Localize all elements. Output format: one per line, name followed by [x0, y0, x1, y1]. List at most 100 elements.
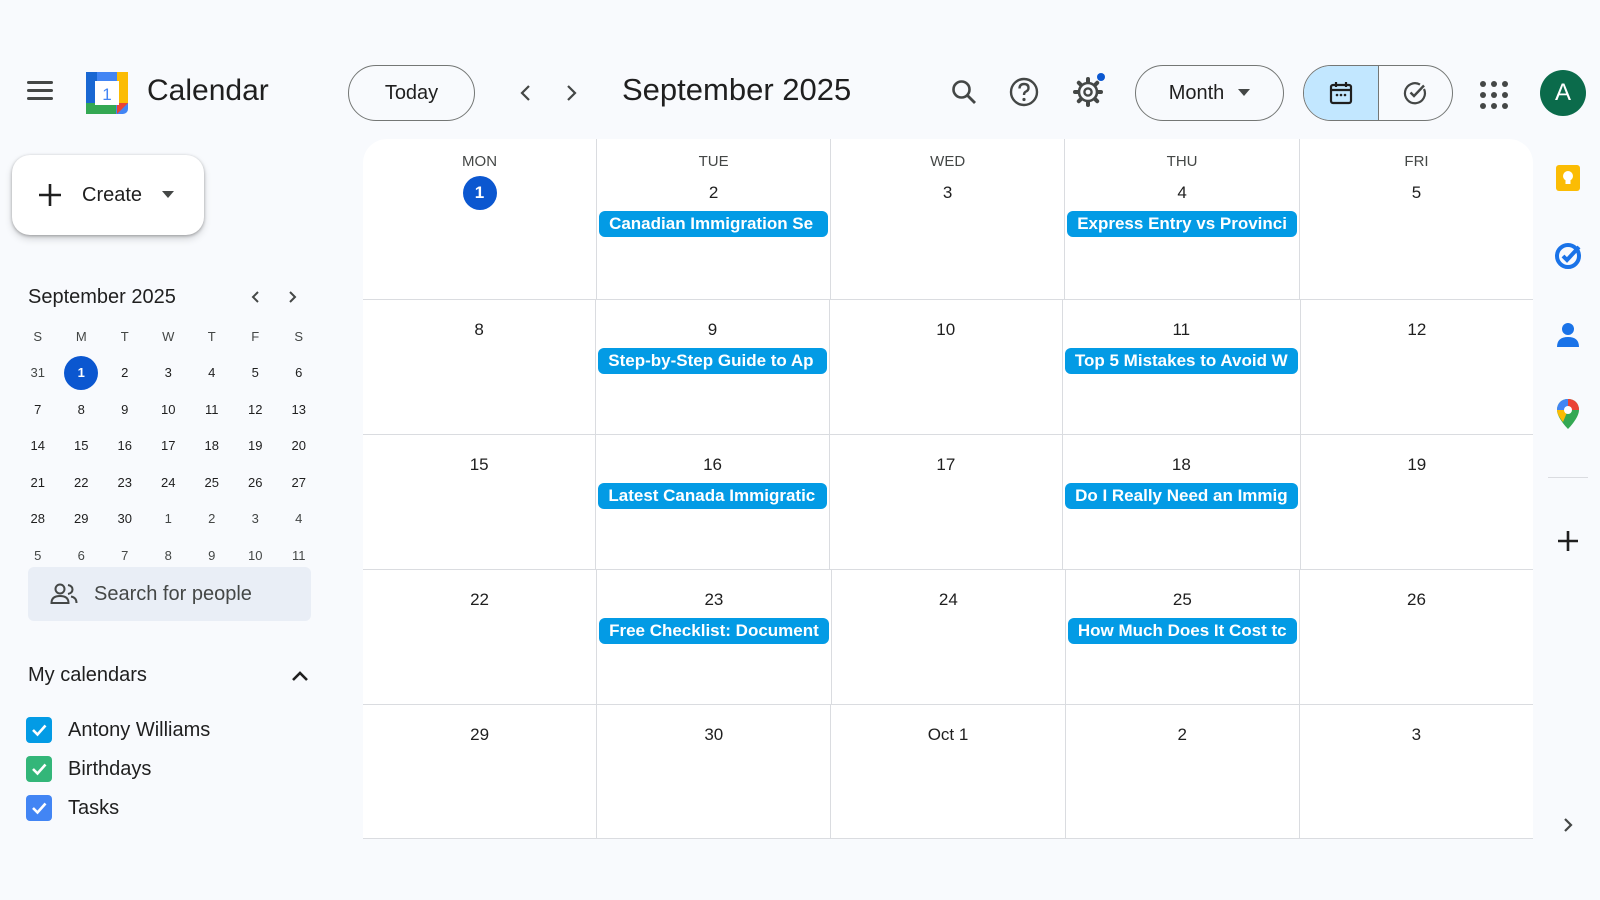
mini-day[interactable]: 21 [16, 465, 60, 499]
day-cell[interactable]: TUE 2 Canadian Immigration Se [597, 139, 832, 299]
next-period-button[interactable] [551, 73, 591, 113]
date-number[interactable]: 3 [1300, 719, 1533, 751]
date-number[interactable]: 1 [363, 176, 596, 210]
day-cell[interactable]: 3 [1300, 705, 1533, 838]
day-cell[interactable]: 29 [363, 705, 598, 838]
mini-day[interactable]: 22 [60, 465, 104, 499]
mini-day[interactable]: 1 [147, 502, 191, 536]
mini-day[interactable]: 3 [147, 356, 191, 390]
date-number[interactable]: 15 [363, 449, 595, 481]
mini-day[interactable]: 13 [277, 392, 321, 426]
day-cell[interactable]: 9 Step-by-Step Guide to Ap [596, 300, 830, 434]
date-number[interactable]: 11 [1063, 314, 1300, 346]
date-number[interactable]: 9 [596, 314, 828, 346]
date-number[interactable]: 16 [596, 449, 828, 481]
mini-day[interactable]: 9 [103, 392, 147, 426]
calendar-view-toggle[interactable] [1304, 66, 1379, 120]
calendar-item-birthdays[interactable]: Birthdays [26, 756, 151, 782]
today-button[interactable]: Today [348, 65, 475, 121]
calendar-item-antony-williams[interactable]: Antony Williams [26, 717, 210, 743]
event-chip[interactable]: Canadian Immigration Se [599, 211, 829, 237]
date-number[interactable]: 10 [830, 314, 1062, 346]
mini-day[interactable]: 3 [234, 502, 278, 536]
day-cell[interactable]: 18 Do I Really Need an Immig [1063, 435, 1301, 569]
mini-previous-month-button[interactable] [238, 282, 274, 312]
mini-day[interactable]: 10 [147, 392, 191, 426]
mini-day[interactable]: 26 [234, 465, 278, 499]
day-cell[interactable]: THU 4 Express Entry vs Provinci [1065, 139, 1300, 299]
mini-day[interactable]: 14 [16, 429, 60, 463]
day-cell[interactable]: 2 [1066, 705, 1300, 838]
date-number[interactable]: 22 [363, 584, 596, 616]
day-cell[interactable]: 12 [1301, 300, 1533, 434]
date-number[interactable]: 19 [1301, 449, 1533, 481]
event-chip[interactable]: Free Checklist: Document [599, 618, 829, 644]
date-number[interactable]: 4 [1065, 177, 1299, 209]
checkbox-checked-icon[interactable] [26, 795, 52, 821]
mini-day[interactable]: 28 [16, 502, 60, 536]
mini-day[interactable]: 16 [103, 429, 147, 463]
mini-day[interactable]: 20 [277, 429, 321, 463]
checkbox-checked-icon[interactable] [26, 717, 52, 743]
mini-day[interactable]: 6 [277, 356, 321, 390]
add-addon-button[interactable] [1548, 521, 1588, 561]
checkbox-checked-icon[interactable] [26, 756, 52, 782]
calendar-logo[interactable]: 1 [84, 70, 130, 116]
search-button[interactable] [940, 68, 988, 116]
event-chip[interactable]: Latest Canada Immigratic [598, 483, 827, 509]
google-apps-icon[interactable] [1474, 75, 1514, 115]
settings-button[interactable] [1064, 68, 1112, 116]
main-menu-icon[interactable] [22, 72, 58, 108]
date-number[interactable]: 18 [1063, 449, 1300, 481]
day-cell[interactable]: 8 [363, 300, 597, 434]
keep-icon[interactable] [1548, 158, 1588, 198]
mini-day[interactable]: 25 [190, 465, 234, 499]
mini-day[interactable]: 2 [190, 502, 234, 536]
day-cell[interactable]: 22 [363, 570, 598, 704]
mini-day[interactable]: 7 [16, 392, 60, 426]
account-avatar[interactable]: A [1540, 70, 1586, 116]
day-cell[interactable]: 30 [597, 705, 832, 838]
day-cell[interactable]: 16 Latest Canada Immigratic [596, 435, 830, 569]
day-cell[interactable]: 23 Free Checklist: Document [597, 570, 832, 704]
date-number[interactable]: 8 [363, 314, 595, 346]
mini-day[interactable]: 27 [277, 465, 321, 499]
date-number[interactable]: 26 [1300, 584, 1533, 616]
date-number[interactable]: 29 [363, 719, 596, 751]
mini-day[interactable]: 29 [60, 502, 104, 536]
mini-day-today[interactable]: 1 [60, 355, 104, 390]
mini-day[interactable]: 15 [60, 429, 104, 463]
mini-day[interactable]: 31 [16, 356, 60, 390]
date-number[interactable]: 30 [597, 719, 830, 751]
tasks-view-toggle[interactable] [1379, 66, 1453, 120]
day-cell[interactable]: 11 Top 5 Mistakes to Avoid W [1063, 300, 1301, 434]
date-number[interactable]: 2 [1066, 719, 1299, 751]
mini-day[interactable]: 2 [103, 356, 147, 390]
mini-day[interactable]: 30 [103, 502, 147, 536]
date-number[interactable]: 3 [831, 177, 1064, 209]
my-calendars-header[interactable]: My calendars [28, 664, 310, 687]
mini-day[interactable]: 8 [60, 392, 104, 426]
date-number[interactable]: 24 [832, 584, 1065, 616]
mini-day[interactable]: 17 [147, 429, 191, 463]
mini-day[interactable]: 4 [190, 356, 234, 390]
date-number[interactable]: 12 [1301, 314, 1533, 346]
mini-day[interactable]: 5 [234, 356, 278, 390]
tasks-icon[interactable] [1548, 236, 1588, 276]
event-chip[interactable]: Do I Really Need an Immig [1065, 483, 1298, 509]
create-button[interactable]: Create [12, 155, 204, 235]
event-chip[interactable]: How Much Does It Cost tc [1067, 618, 1297, 644]
day-cell[interactable]: 15 [363, 435, 597, 569]
mini-day[interactable]: 24 [147, 465, 191, 499]
mini-day[interactable]: 12 [234, 392, 278, 426]
date-number[interactable]: Oct 1 [831, 719, 1064, 751]
date-number[interactable]: 17 [830, 449, 1062, 481]
mini-day[interactable]: 18 [190, 429, 234, 463]
date-number[interactable]: 2 [597, 177, 830, 209]
contacts-icon[interactable] [1548, 315, 1588, 355]
day-cell[interactable]: WED 3 [831, 139, 1066, 299]
expand-side-panel-button[interactable] [1548, 805, 1588, 845]
maps-icon[interactable] [1548, 394, 1588, 434]
event-chip[interactable]: Express Entry vs Provinci [1067, 211, 1297, 237]
mini-day[interactable]: 4 [277, 502, 321, 536]
